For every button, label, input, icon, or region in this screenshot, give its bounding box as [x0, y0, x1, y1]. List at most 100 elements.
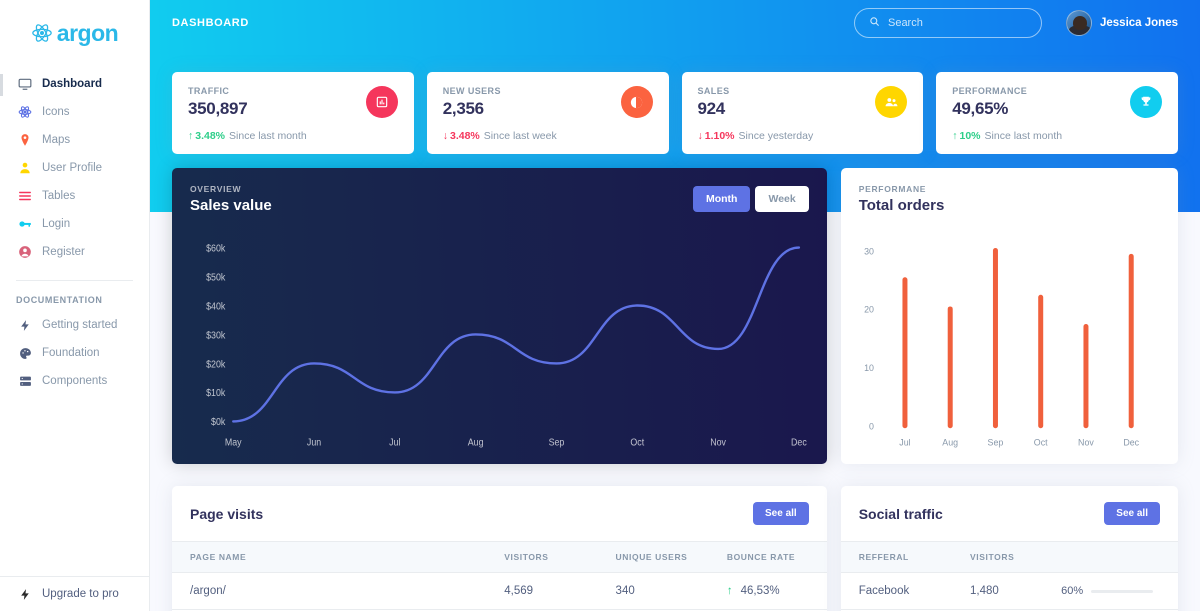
lightning-bolt-icon: [18, 587, 32, 601]
svg-text:Dec: Dec: [791, 437, 807, 447]
toggle-week-button[interactable]: Week: [755, 186, 809, 212]
server-stack-icon: [18, 374, 32, 388]
sidebar-item-login[interactable]: Login: [0, 210, 149, 238]
svg-text:10: 10: [864, 363, 874, 373]
search-icon: [869, 14, 880, 32]
sidebar-item-label: Icons: [42, 106, 70, 118]
arrow-up-icon: ↑: [188, 130, 194, 142]
sales-line-chart[interactable]: $0k $10k $20k $30k $40k $50k $60k May Jun Jul Aug S…: [172, 224, 827, 464]
svg-text:Nov: Nov: [1078, 437, 1094, 447]
sidebar-item-label: Maps: [42, 134, 71, 146]
svg-text:May: May: [225, 437, 242, 447]
svg-text:Aug: Aug: [468, 437, 484, 447]
trophy-icon: [1130, 86, 1162, 118]
see-all-social-traffic-button[interactable]: See all: [1104, 502, 1160, 525]
sidebar-item-register[interactable]: Register: [0, 238, 149, 266]
stat-period: Since last month: [229, 130, 307, 142]
stat-value: 350,897: [188, 99, 248, 118]
list-bullet-icon: [18, 189, 32, 203]
sidebar-item-foundation[interactable]: Foundation: [0, 339, 149, 367]
cell-page-name: /argon/: [172, 572, 487, 610]
sales-value-card: OVERVIEW Sales value Month Week $0k $10k $…: [172, 168, 827, 464]
stat-delta-value: 3.48%: [450, 130, 480, 142]
svg-text:$30k: $30k: [206, 330, 226, 340]
tables-row: Page visits See all PAGE NAME VISITORS U…: [150, 464, 1200, 611]
atom-icon: [18, 105, 32, 119]
social-traffic-table: REFFERAL VISITORS Facebook 1,480 60%: [840, 542, 1178, 611]
svg-text:Jul: Jul: [389, 437, 400, 447]
svg-text:Jul: Jul: [899, 437, 910, 447]
column-page-name: PAGE NAME: [172, 542, 487, 573]
user-circle-icon: [18, 245, 32, 259]
stat-period: Since yesterday: [738, 130, 814, 142]
stat-label: SALES: [697, 86, 730, 96]
table-title: Social traffic: [858, 505, 943, 522]
stat-period: Since last week: [483, 130, 557, 142]
sidebar-item-getting-started[interactable]: Getting started: [0, 311, 149, 339]
sidebar-item-label: Components: [42, 375, 108, 387]
sidebar-item-icons[interactable]: Icons: [0, 98, 149, 126]
user-name: Jessica Jones: [1099, 17, 1178, 29]
toggle-month-button[interactable]: Month: [692, 186, 751, 212]
svg-text:Oct: Oct: [630, 437, 644, 447]
svg-text:$60k: $60k: [206, 243, 226, 253]
svg-text:Sep: Sep: [549, 437, 565, 447]
stat-value: 924: [697, 99, 726, 118]
stat-period: Since last month: [984, 130, 1063, 142]
stat-card-performance: PERFORMANCE 49,65% ↑ 10% Since last mont…: [936, 72, 1178, 154]
social-traffic-card: Social traffic See all REFFERAL VISITORS…: [840, 486, 1178, 611]
svg-text:Jun: Jun: [307, 437, 321, 447]
upgrade-to-pro-button[interactable]: Upgrade to pro: [0, 576, 149, 611]
brand-logo[interactable]: argon: [0, 0, 149, 56]
tv-screen-icon: [18, 77, 32, 91]
stat-delta-value: 1.10%: [704, 130, 735, 142]
chart-subtitle: OVERVIEW: [190, 184, 242, 194]
bounce-value: 46,53%: [740, 585, 780, 597]
user-menu[interactable]: Jessica Jones: [1065, 10, 1178, 36]
search-input[interactable]: [887, 17, 1028, 29]
progress-percent: 60%: [1061, 585, 1084, 597]
chart-subtitle: PERFORMANE: [858, 184, 927, 194]
stat-label: PERFORMANCE: [952, 86, 1028, 96]
sidebar-nav: Dashboard Icons Maps User Profile Tables…: [0, 70, 149, 395]
cell-visitors: 4,569: [486, 572, 598, 610]
see-all-page-visits-button[interactable]: See all: [753, 502, 809, 525]
stat-delta: ↑ 3.48%: [188, 130, 225, 142]
topbar: DASHBOARD Jessica Jones: [150, 0, 1200, 46]
stat-delta-value: 10%: [959, 130, 981, 142]
stat-label: TRAFFIC: [188, 86, 230, 96]
cell-progress: 60%: [1043, 572, 1178, 610]
cell-referral: Facebook: [840, 572, 953, 610]
table-row[interactable]: Facebook 1,480 60%: [840, 572, 1178, 610]
svg-text:$0k: $0k: [211, 417, 226, 427]
svg-text:20: 20: [864, 305, 874, 315]
sidebar-item-user-profile[interactable]: User Profile: [0, 154, 149, 182]
sidebar-item-maps[interactable]: Maps: [0, 126, 149, 154]
column-refferal: REFFERAL: [840, 542, 953, 573]
stat-value: 49,65%: [952, 99, 1009, 118]
sidebar-item-components[interactable]: Components: [0, 367, 149, 395]
cell-bounce-rate: ↑ 46,53%: [708, 572, 827, 610]
svg-text:Sep: Sep: [987, 437, 1003, 447]
svg-text:Nov: Nov: [710, 437, 726, 447]
svg-text:$20k: $20k: [206, 359, 226, 369]
svg-text:$50k: $50k: [206, 272, 226, 282]
stat-card-new-users: NEW USERS 2,356 ↓ 3.48% Since last week: [426, 72, 669, 154]
cell-unique-users: 340: [597, 572, 709, 610]
search-box[interactable]: [853, 8, 1042, 38]
table-header-row: REFFERAL VISITORS: [840, 542, 1178, 573]
brand-name: argon: [56, 19, 119, 46]
total-orders-bar-chart[interactable]: 0 10 20 30 Jul Aug Sep Oct Nov Dec: [841, 224, 1178, 464]
avatar: [1065, 10, 1092, 36]
arrow-down-icon: ↓: [442, 130, 448, 142]
sidebar-item-dashboard[interactable]: Dashboard: [0, 70, 149, 98]
table-row[interactable]: /argon/ 4,569 340 ↑ 46,53%: [172, 572, 827, 610]
atom-icon: [31, 22, 53, 44]
total-orders-card: PERFORMANE Total orders 0 10 20 30 Jul Aug Sep…: [840, 168, 1178, 464]
stat-card-sales: SALES 924 ↓ 1.10% Since yesterday: [681, 72, 924, 154]
chart-bar-icon: [365, 86, 398, 118]
arrow-up-icon: ↑: [726, 585, 733, 597]
sidebar: argon Dashboard Icons Maps User Profile …: [0, 0, 150, 611]
page-title: DASHBOARD: [172, 17, 249, 29]
sidebar-item-tables[interactable]: Tables: [0, 182, 149, 210]
